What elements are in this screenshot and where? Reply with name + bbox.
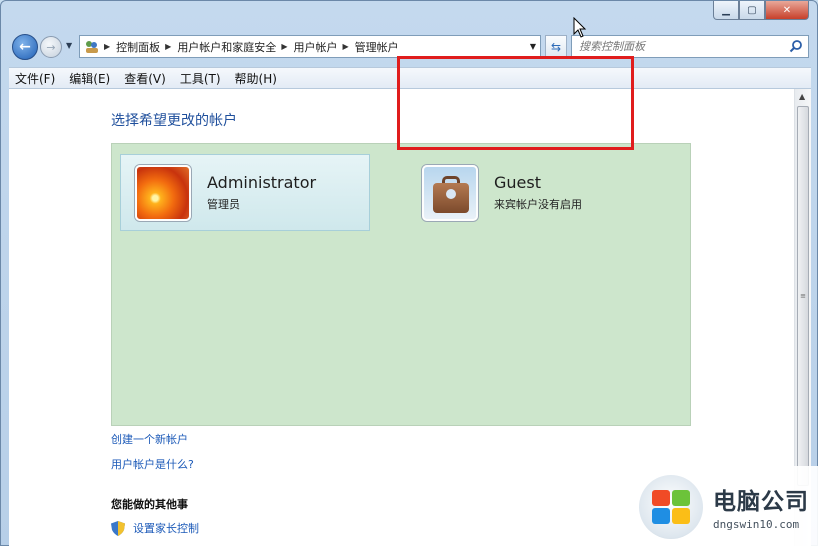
maximize-button[interactable]: ▢ (739, 1, 765, 20)
menu-view[interactable]: 查看(V) (124, 70, 166, 87)
arrow-left-icon: ← (19, 39, 31, 55)
parental-control-link[interactable]: 设置家长控制 (111, 520, 199, 536)
navigation-bar: ← → ▼ ▶ 控制面板 ▶ 用户帐户和家庭安全 ▶ 用户帐户 ▶ 管理帐户 ▼… (9, 32, 811, 62)
accounts-panel: Administrator 管理员 Guest 来宾帐户没有启用 (111, 143, 691, 426)
menu-help[interactable]: 帮助(H) (235, 70, 277, 87)
close-button[interactable]: ✕ (765, 1, 809, 20)
breadcrumb-separator[interactable]: ▶ (281, 42, 287, 51)
account-name: Administrator (207, 173, 317, 192)
shield-icon (111, 520, 125, 536)
search-box (571, 35, 809, 58)
flower-avatar-icon (135, 164, 191, 221)
arrow-right-icon: → (46, 40, 56, 54)
breadcrumb-user-accounts[interactable]: 用户帐户 (293, 39, 337, 55)
breadcrumb-control-panel[interactable]: 控制面板 (116, 39, 160, 55)
account-name: Guest (494, 173, 541, 192)
grip-icon: ≡ (800, 292, 806, 300)
account-status: 来宾帐户没有启用 (494, 198, 582, 211)
chevron-down-icon: ▼ (529, 42, 536, 51)
refresh-icon: ⇆ (550, 39, 562, 54)
what-is-user-account-link[interactable]: 用户帐户是什么? (111, 456, 194, 472)
search-input[interactable] (579, 40, 779, 53)
breadcrumb-user-accounts-family-safety[interactable]: 用户帐户和家庭安全 (177, 39, 276, 55)
watermark-title: 电脑公司 (713, 489, 809, 515)
refresh-button[interactable]: ⇆ (545, 35, 567, 58)
account-tile-guest[interactable]: Guest 来宾帐户没有启用 (408, 154, 640, 231)
breadcrumb-manage-accounts[interactable]: 管理帐户 (355, 39, 399, 55)
chevron-down-icon: ▼ (66, 41, 73, 50)
menu-bar: 文件(F) 编辑(E) 查看(V) 工具(T) 帮助(H) (9, 67, 811, 89)
briefcase-avatar-icon (422, 164, 478, 221)
windows-logo-icon (639, 474, 703, 539)
menu-file[interactable]: 文件(F) (15, 70, 55, 87)
forward-button[interactable]: → (40, 36, 62, 58)
watermark-url: dngswin10.com (713, 518, 800, 531)
caption-buttons: ▁ ▢ ✕ (713, 1, 809, 21)
scroll-up-icon[interactable]: ▲ (799, 92, 805, 101)
menu-tools[interactable]: 工具(T) (180, 70, 221, 87)
account-tile-administrator[interactable]: Administrator 管理员 (120, 154, 370, 231)
breadcrumb-separator[interactable]: ▶ (342, 42, 348, 51)
other-tasks-heading: 您能做的其他事 (111, 498, 188, 511)
recent-pages-dropdown[interactable]: ▼ (66, 41, 72, 50)
control-panel-icon (86, 40, 98, 53)
menu-edit[interactable]: 编辑(E) (69, 70, 110, 87)
breadcrumb-separator[interactable]: ▶ (165, 42, 171, 51)
address-bar[interactable]: ▶ 控制面板 ▶ 用户帐户和家庭安全 ▶ 用户帐户 ▶ 管理帐户 ▼ (79, 35, 541, 58)
search-icon[interactable] (789, 39, 803, 53)
breadcrumb-separator[interactable]: ▶ (104, 42, 110, 51)
mouse-cursor-icon (573, 17, 587, 38)
watermark: 电脑公司 dngswin10.com (629, 466, 818, 546)
control-panel-window: ▁ ▢ ✕ ← → ▼ ▶ 控制面板 ▶ 用户帐户和家庭安全 ▶ 用户帐户 ▶ … (0, 0, 818, 546)
back-button[interactable]: ← (12, 34, 38, 60)
address-dropdown[interactable]: ▼ (530, 42, 536, 51)
parental-control-label[interactable]: 设置家长控制 (133, 520, 199, 536)
create-account-link[interactable]: 创建一个新帐户 (111, 431, 188, 447)
scroll-thumb[interactable]: ≡ (797, 106, 809, 486)
page-title: 选择希望更改的帐户 (111, 113, 237, 129)
account-type: 管理员 (207, 198, 240, 211)
minimize-button[interactable]: ▁ (713, 1, 739, 20)
